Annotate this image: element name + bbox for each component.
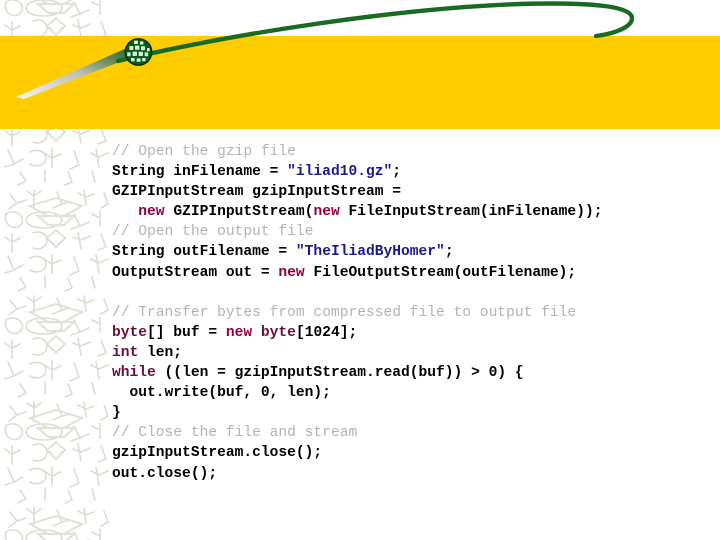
- code-token-comment: // Close the file and stream: [112, 425, 358, 442]
- code-line: // Close the file and stream: [112, 423, 712, 443]
- code-token-plain: OutputStream out =: [112, 264, 279, 281]
- code-token-plain: ((len = gzipInputStream.read(buf)) > 0) …: [155, 365, 524, 382]
- code-line: // Open the output file: [112, 222, 712, 242]
- code-line: // Open the gzip file: [112, 142, 712, 162]
- code-line: new GZIPInputStream(new FileInputStream(…: [112, 202, 712, 222]
- code-line: byte[] buf = new byte[1024];: [112, 323, 712, 343]
- globe-icon: [124, 38, 153, 66]
- code-block: // Open the gzip file String inFilename =…: [112, 142, 712, 484]
- code-token-plain: gzipInputStream.close();: [112, 445, 323, 462]
- code-token-plain: len;: [138, 344, 183, 361]
- code-line: out.write(buf, 0, len);: [112, 383, 712, 403]
- slide-canvas: // Open the gzip file String inFilename =…: [0, 0, 720, 540]
- code-token-plain: }: [112, 405, 121, 422]
- code-token-plain: FileInputStream(inFilename));: [339, 204, 603, 221]
- code-line: String outFilename = "TheIliadByHomer";: [112, 242, 712, 262]
- code-token-plain: out.close();: [112, 465, 218, 482]
- code-token-new: new: [225, 324, 253, 341]
- code-line: int len;: [112, 343, 712, 363]
- code-line: gzipInputStream.close();: [112, 443, 712, 463]
- globe-svg: [124, 38, 153, 66]
- code-token-string: "TheIliadByHomer": [295, 244, 445, 261]
- code-line: OutputStream out = new FileOutputStream(…: [112, 263, 712, 283]
- code-token-comment: // Open the output file: [112, 224, 314, 241]
- code-token-comment: // Open the gzip file: [112, 144, 296, 160]
- code-token-plain: [] buf =: [147, 324, 226, 341]
- code-token-plain: GZIPInputStream gzipInputStream =: [112, 184, 402, 201]
- code-token-new: new: [138, 204, 165, 221]
- code-line: }: [112, 403, 712, 423]
- code-token-keyword: byte: [260, 324, 296, 341]
- code-token-plain: [1024];: [295, 324, 358, 341]
- code-token-plain: ;: [444, 244, 454, 261]
- code-token-keyword: while: [112, 365, 156, 382]
- code-line: String inFilename = "iliad10.gz";: [112, 162, 712, 182]
- code-token-plain: FileOutputStream(outFilename);: [304, 264, 577, 281]
- code-token-keyword: int: [112, 344, 139, 361]
- code-line: out.close();: [112, 464, 712, 484]
- code-token-plain: String inFilename =: [112, 164, 288, 181]
- code-token-plain: out.write(buf, 0, len);: [112, 385, 331, 402]
- code-token-string: "iliad10.gz": [287, 164, 393, 181]
- code-token-new: new: [278, 264, 305, 281]
- code-line: GZIPInputStream gzipInputStream =: [112, 182, 712, 202]
- code-token-comment: // Transfer bytes from compressed file t…: [112, 304, 577, 321]
- code-token-plain: GZIPInputStream(: [164, 204, 314, 221]
- code-line: // Transfer bytes from compressed file t…: [112, 303, 712, 323]
- code-token-new: new: [313, 204, 340, 221]
- code-token-plain: ;: [392, 164, 402, 181]
- code-token-plain: String outFilename =: [112, 244, 296, 261]
- code-token-keyword: byte: [112, 324, 148, 341]
- code-line: while ((len = gzipInputStream.read(buf))…: [112, 363, 712, 383]
- yellow-banner-band: [0, 36, 720, 129]
